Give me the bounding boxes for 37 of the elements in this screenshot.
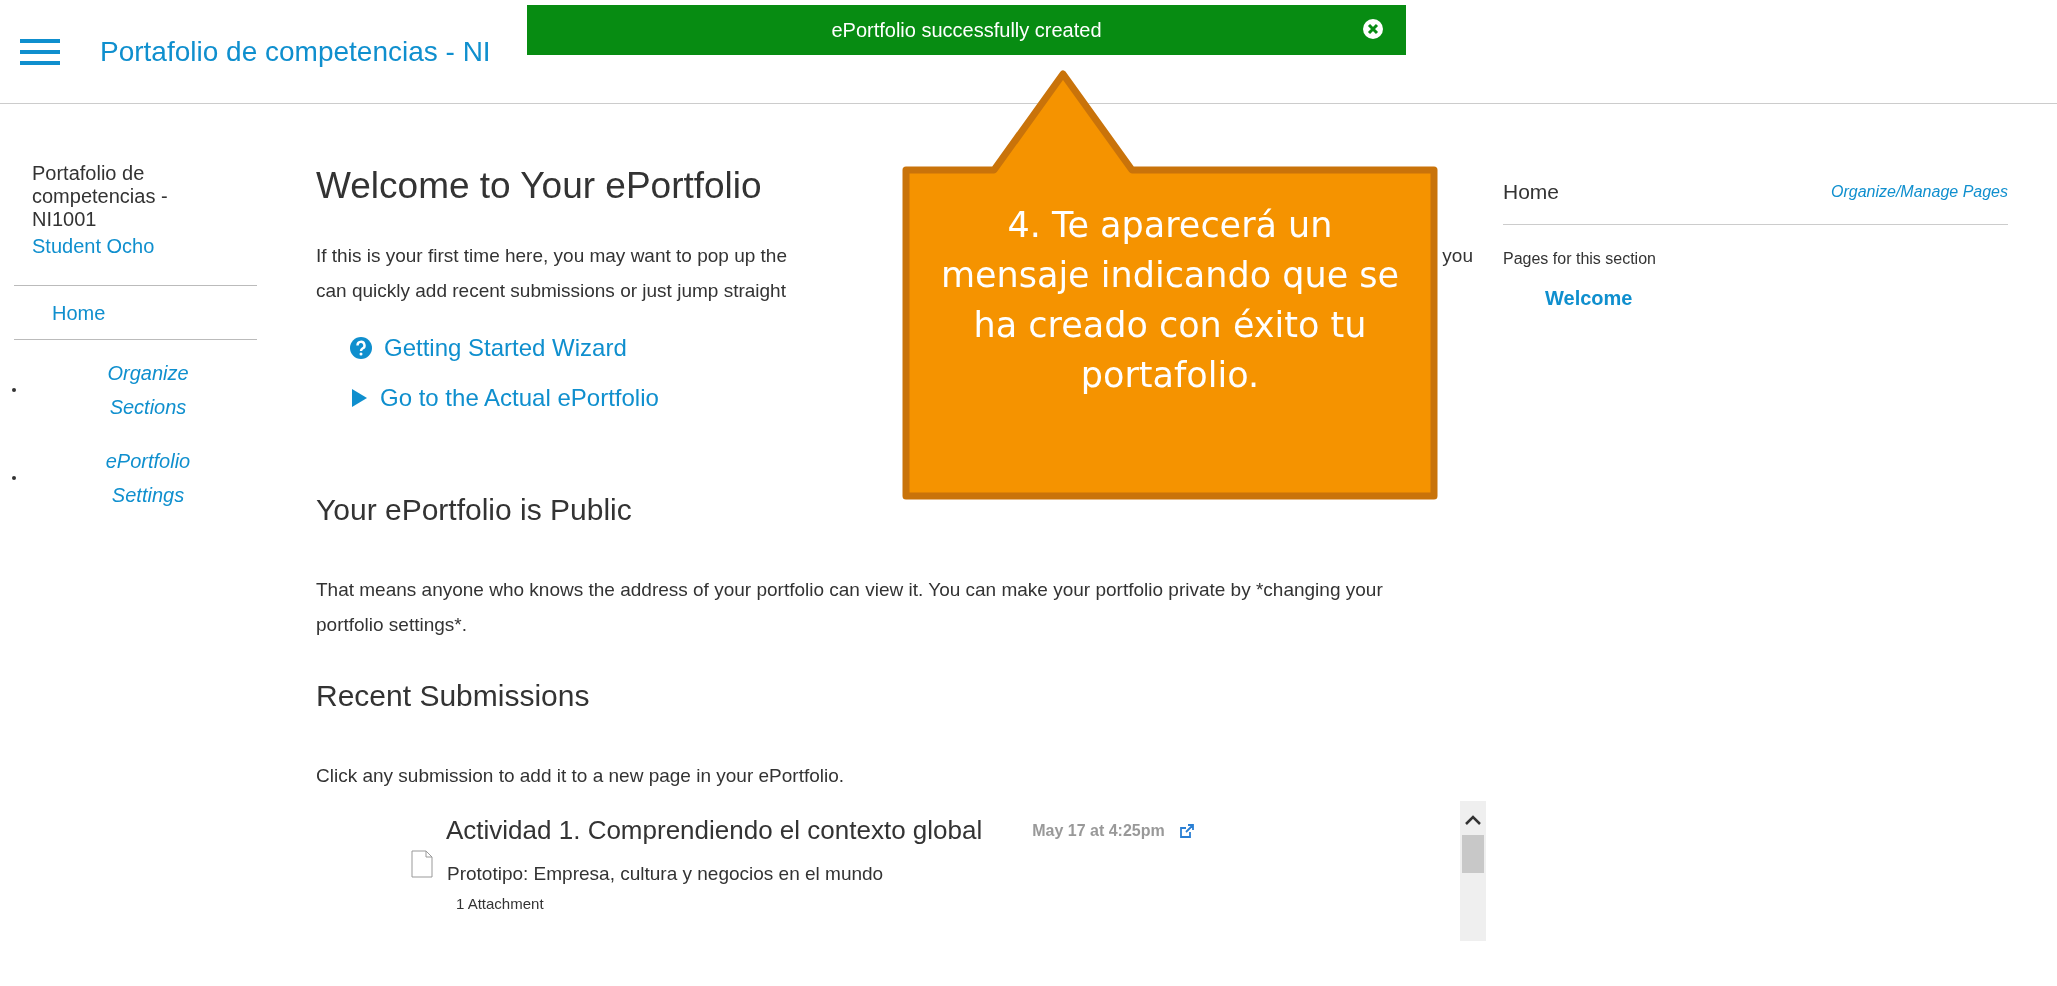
external-link-icon[interactable] (1178, 822, 1195, 839)
submission-subtitle: Prototipo: Empresa, cultura y negocios en el mundo (447, 862, 884, 887)
page-title: Welcome to Your ePortfolio (316, 164, 763, 208)
intro-text: If this is your first time here, you may want to pop up the (316, 244, 787, 269)
user-link[interactable]: Student Ocho (12, 231, 258, 261)
section-title: Home (1503, 179, 1560, 205)
section-heading: Recent Submissions (316, 678, 591, 715)
help-icon (350, 337, 372, 360)
toast-message: ePortfolio successfully created (831, 18, 1102, 43)
submission-title[interactable]: Actividad 1. Comprendiendo el contexto global (446, 811, 983, 851)
attachment-count: 1 Attachment (456, 893, 545, 914)
manage-pages-link[interactable]: Organize/Manage Pages (1831, 179, 2008, 204)
scrollbar[interactable] (1460, 801, 1486, 942)
section-text: Click any submission to add it to a new page in your ePortfolio. (316, 764, 846, 789)
intro-text: you (1442, 244, 1473, 269)
home-link[interactable]: Home (12, 286, 258, 339)
action-link[interactable]: Go to the Actual ePortfolio (350, 380, 659, 417)
action-link[interactable]: Getting Started Wizard (350, 330, 627, 367)
section-text: That means anyone who knows the address of your portfolio can view it. You can make your portfolio private by *changing your portfolio settings*. (316, 578, 1384, 638)
breadcrumb-link[interactable]: Portafolio de competencias - NI (100, 30, 491, 73)
play-icon (350, 388, 368, 409)
section-heading: Your ePortfolio is Public (316, 492, 633, 529)
scroll-up-icon[interactable] (1465, 815, 1481, 826)
submission-date: May 17 at 4:25pm (1032, 820, 1165, 841)
pages-label: Pages for this section (1503, 248, 1657, 269)
portfolio-name: Portafolio de competencias - NI1001 (31, 162, 169, 231)
page-link[interactable]: Welcome (1545, 282, 2008, 313)
intro-text: can quickly add recent submissions or just jump straight (316, 279, 786, 304)
bullet (12, 476, 16, 480)
sidebar-link[interactable]: Organize Sections (100, 356, 196, 424)
close-icon[interactable] (1362, 18, 1384, 40)
menu-icon[interactable] (20, 38, 60, 65)
bullet (12, 388, 16, 392)
document-icon (411, 850, 433, 879)
callout-text: 4. Te aparecerá un mensaje indicando que se ha creado con éxito tu portafolio. (939, 204, 1401, 397)
sidebar-link[interactable]: ePortfolio Settings (100, 444, 196, 512)
scroll-thumb[interactable] (1462, 835, 1484, 874)
